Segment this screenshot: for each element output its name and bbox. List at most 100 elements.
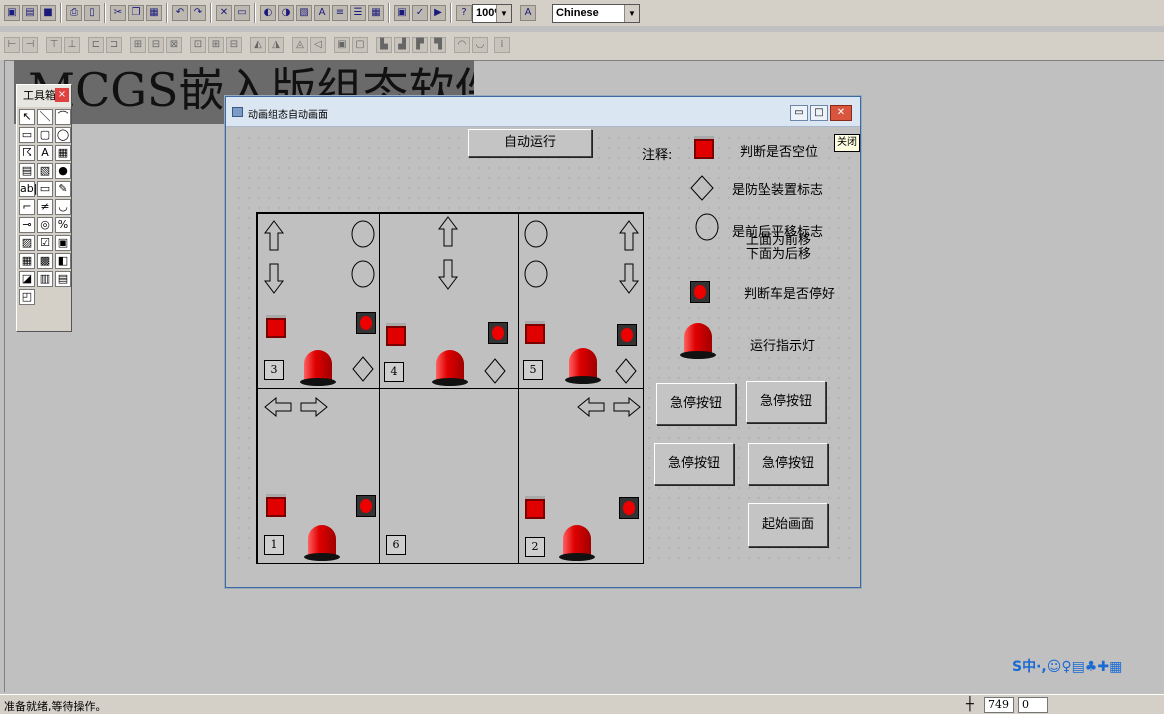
grid-snap-icon[interactable]: ⁞ [494, 37, 510, 53]
redo-icon[interactable]: ↷ [190, 5, 206, 21]
toolbox-tool-icon[interactable]: ▧ [37, 163, 53, 179]
undo-icon[interactable]: ↶ [172, 5, 188, 21]
toolbox-tool-icon[interactable]: ▦ [19, 253, 35, 269]
toolbox-tool-icon[interactable]: ◯ [55, 127, 71, 143]
tools-icon[interactable]: ✕ [216, 5, 232, 21]
toolbox-tool-icon[interactable]: ▤ [19, 163, 35, 179]
toolbox-tool-icon[interactable]: ▩ [37, 253, 53, 269]
toolbox-tool-icon[interactable]: ab| [19, 181, 37, 197]
toolbox-tool-icon[interactable]: ☑ [37, 235, 53, 251]
window-icon[interactable]: ▭ [234, 5, 250, 21]
toolbox-tool-icon[interactable]: ● [55, 163, 71, 179]
toolbox-tool-icon[interactable]: ▤ [55, 271, 71, 287]
language-icon[interactable]: A [520, 5, 536, 21]
vacancy-indicator [525, 324, 545, 344]
chevron-down-icon[interactable]: ▼ [496, 5, 511, 22]
forward-icon[interactable]: ▛ [412, 37, 428, 53]
close-icon[interactable]: ✕ [830, 105, 852, 121]
chevron-down-icon[interactable]: ▼ [624, 5, 639, 22]
table-icon[interactable]: ▦ [368, 5, 384, 21]
rotate-right-icon[interactable]: ◮ [268, 37, 284, 53]
bay-cell: 5 [518, 213, 644, 389]
open-icon[interactable]: ▤ [22, 5, 38, 21]
cut-icon[interactable]: ✂ [110, 5, 126, 21]
center-v-icon[interactable]: ⊐ [106, 37, 122, 53]
save-icon[interactable]: ■ [40, 5, 56, 21]
toolbox-tool-icon[interactable]: ◰ [19, 289, 35, 305]
toolbox-tool-icon[interactable]: ◪ [19, 271, 35, 287]
estop-button[interactable]: 急停按钮 [746, 381, 826, 423]
print-icon[interactable]: ⎙ [66, 5, 82, 21]
maximize-icon[interactable]: □ [810, 105, 828, 121]
align-right-icon[interactable]: ⊣ [22, 37, 38, 53]
properties-icon[interactable]: ▣ [394, 5, 410, 21]
space-v-icon[interactable]: ⊞ [208, 37, 224, 53]
toolbox-tool-icon[interactable]: ◡ [55, 199, 71, 215]
bring-front-icon[interactable]: ▙ [376, 37, 392, 53]
align-bottom-icon[interactable]: ⊥ [64, 37, 80, 53]
layer-icon[interactable]: ☰ [350, 5, 366, 21]
print-preview-icon[interactable]: ▯ [84, 5, 100, 21]
estop-button[interactable]: 急停按钮 [654, 443, 734, 485]
ungroup-icon[interactable]: ▢ [352, 37, 368, 53]
animation-window: 动画组态自动画面 ▭ □ ✕ 自动运行 3 4 5 1 6 2 注释: 判断是否… [225, 96, 861, 588]
space-h-icon[interactable]: ⊡ [190, 37, 206, 53]
space-equal-icon[interactable]: ⊟ [226, 37, 242, 53]
toolbox-tool-icon[interactable]: ◎ [37, 217, 53, 233]
close-icon[interactable]: × [55, 88, 69, 102]
ime-toolbar[interactable]: S中·,☺♀▤♣✚▦ [1012, 656, 1162, 676]
toolbox-tool-icon[interactable]: ▨ [19, 235, 35, 251]
flip-v-icon[interactable]: ◁ [310, 37, 326, 53]
group-icon[interactable]: ▣ [334, 37, 350, 53]
toolbox-tool-icon[interactable]: ↖ [19, 109, 35, 125]
grid-icon[interactable]: ▧ [296, 5, 312, 21]
unlock-icon[interactable]: ◡ [472, 37, 488, 53]
toolbox-tool-icon[interactable]: ▣ [55, 235, 71, 251]
run-icon[interactable]: ▶ [430, 5, 446, 21]
same-height-icon[interactable]: ⊟ [148, 37, 164, 53]
estop-button[interactable]: 急停按钮 [748, 443, 828, 485]
toolbox-tool-icon[interactable]: ▢ [37, 127, 53, 143]
rotate-left-icon[interactable]: ◭ [250, 37, 266, 53]
check-icon[interactable]: ✓ [412, 5, 428, 21]
paste-icon[interactable]: ▦ [146, 5, 162, 21]
zoom-select[interactable]: 100% ▼ [472, 4, 512, 23]
toolbox-tool-icon[interactable]: ▥ [37, 271, 53, 287]
window-titlebar[interactable]: 动画组态自动画面 ▭ □ ✕ [226, 97, 860, 127]
toolbox-tool-icon[interactable]: ☈ [19, 145, 35, 161]
same-size-icon[interactable]: ⊠ [166, 37, 182, 53]
new-icon[interactable]: ▣ [4, 5, 20, 21]
copy-icon[interactable]: ❐ [128, 5, 144, 21]
toolbox-tool-icon[interactable]: ▦ [55, 145, 71, 161]
font-icon[interactable]: A [314, 5, 330, 21]
minimize-icon[interactable]: ▭ [790, 105, 808, 121]
toolbox-tool-icon[interactable]: % [55, 217, 71, 233]
lock-icon[interactable]: ◠ [454, 37, 470, 53]
backward-icon[interactable]: ▜ [430, 37, 446, 53]
align-icon[interactable]: ≡ [332, 5, 348, 21]
toolbox-tool-icon[interactable]: ⊸ [19, 217, 35, 233]
toolbox-tool-icon[interactable]: ✎ [55, 181, 71, 197]
parked-indicator [356, 312, 376, 334]
estop-button[interactable]: 急停按钮 [656, 383, 736, 425]
same-width-icon[interactable]: ⊞ [130, 37, 146, 53]
toolbox-tool-icon[interactable]: ▭ [19, 127, 35, 143]
flip-h-icon[interactable]: ◬ [292, 37, 308, 53]
start-screen-button[interactable]: 起始画面 [748, 503, 828, 547]
send-back-icon[interactable]: ▟ [394, 37, 410, 53]
align-left-icon[interactable]: ⊢ [4, 37, 20, 53]
help-icon[interactable]: ? [456, 5, 472, 21]
auto-run-button[interactable]: 自动运行 [468, 129, 592, 157]
center-h-icon[interactable]: ⊏ [88, 37, 104, 53]
align-top-icon[interactable]: ⊤ [46, 37, 62, 53]
brush-icon[interactable]: ◑ [278, 5, 294, 21]
toolbox-tool-icon[interactable]: ⌒ [55, 109, 71, 125]
style-icon[interactable]: ◐ [260, 5, 276, 21]
toolbox-tool-icon[interactable]: ＼ [37, 109, 53, 125]
toolbox-tool-icon[interactable]: ≠ [37, 199, 53, 215]
toolbox-tool-icon[interactable]: A [37, 145, 53, 161]
language-select[interactable]: Chinese ▼ [552, 4, 640, 23]
toolbox-tool-icon[interactable]: ◧ [55, 253, 71, 269]
toolbox-tool-icon[interactable]: ▭ [37, 181, 53, 197]
toolbox-tool-icon[interactable]: ⌐ [19, 199, 35, 215]
